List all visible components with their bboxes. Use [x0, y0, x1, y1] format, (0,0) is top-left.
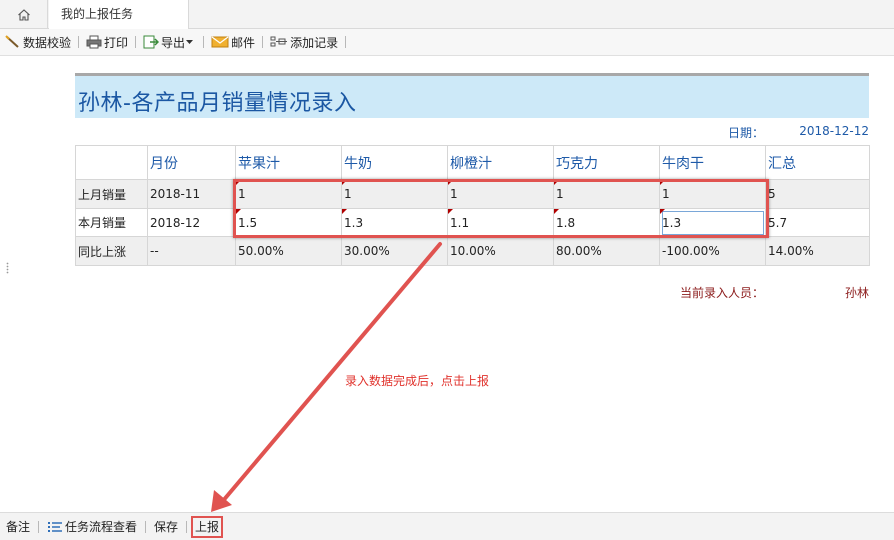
- growth-cell: 10.00%: [447, 236, 554, 266]
- add-record-button[interactable]: 添加记录: [268, 29, 340, 56]
- toolbar: 数据校验 打印 导出 邮件 添加记录: [0, 29, 894, 56]
- month-cell: 2018-11: [147, 179, 236, 209]
- add-record-icon: [270, 36, 288, 47]
- header-cell: 牛肉干: [659, 145, 766, 180]
- save-label: 保存: [154, 520, 179, 534]
- table-row: 上月销量 2018-11 1 1 1 1 1 5: [75, 179, 870, 209]
- sales-table: 月份 苹果汁 牛奶 柳橙汁 巧克力 牛肉干 汇总 上月销量 2018-11 1 …: [75, 145, 870, 266]
- home-icon: [17, 8, 30, 21]
- growth-cell: 80.00%: [553, 236, 660, 266]
- total-cell: 5.7: [765, 208, 870, 237]
- table-row: 同比上涨 -- 50.00% 30.00% 10.00% 80.00% -100…: [75, 236, 870, 266]
- header-cell: 牛奶: [341, 145, 448, 180]
- note-button[interactable]: 备注: [6, 515, 30, 539]
- input-cell-active[interactable]: 1.3: [659, 208, 766, 237]
- month-cell: 2018-12: [147, 208, 236, 237]
- mail-icon: [211, 36, 229, 48]
- date-label: 日期：: [728, 126, 765, 140]
- input-cell[interactable]: 1.1: [447, 208, 554, 237]
- toolbar-separator: [135, 36, 137, 48]
- bottom-separator: [186, 520, 188, 533]
- month-cell: --: [147, 236, 236, 266]
- print-button[interactable]: 打印: [84, 29, 130, 56]
- tab-label: 我的上报任务: [61, 7, 134, 21]
- entry-person-value: 孙林: [844, 286, 869, 300]
- header-cell: 汇总: [765, 145, 870, 180]
- date-value: 2018-12-12: [799, 124, 869, 138]
- table-header-row: 月份 苹果汁 牛奶 柳橙汁 巧克力 牛肉干 汇总: [75, 145, 870, 180]
- report-title: 孙林-各产品月销量情况录入: [78, 91, 357, 116]
- tab-my-report-tasks[interactable]: 我的上报任务: [49, 0, 189, 29]
- input-cell[interactable]: 1: [447, 179, 554, 209]
- input-cell[interactable]: 1: [553, 179, 660, 209]
- table-row: 本月销量 2018-12 1.5 1.3 1.1 1.8 1.3 5.7: [75, 208, 870, 237]
- bottom-bar: 备注 任务流程查看 保存 上报: [0, 512, 894, 540]
- row-label: 本月销量: [75, 208, 148, 237]
- toolbar-separator: [345, 36, 347, 48]
- input-cell[interactable]: 1: [235, 179, 342, 209]
- bottom-separator: [145, 520, 147, 533]
- panel-resize-handle[interactable]: [6, 262, 9, 274]
- flow-view-label: 任务流程查看: [65, 520, 138, 534]
- annotation-text: 录入数据完成后，点击上报: [345, 374, 490, 388]
- mail-label: 邮件: [231, 35, 256, 50]
- bottom-separator: [38, 520, 40, 533]
- header-cell: 苹果汁: [235, 145, 342, 180]
- wand-icon: [5, 35, 19, 48]
- note-label: 备注: [6, 520, 31, 534]
- header-cell: [75, 145, 148, 180]
- printer-icon: [86, 35, 102, 49]
- header-cell: 柳橙汁: [447, 145, 554, 180]
- growth-cell: -100.00%: [659, 236, 766, 266]
- growth-cell: 30.00%: [341, 236, 448, 266]
- total-cell: 5: [765, 179, 870, 209]
- home-button[interactable]: [0, 0, 48, 29]
- input-cell[interactable]: 1.8: [553, 208, 660, 237]
- validate-button[interactable]: 数据校验: [3, 29, 73, 56]
- toolbar-separator: [262, 36, 264, 48]
- grip-icon: [6, 262, 9, 274]
- toolbar-separator: [203, 36, 205, 48]
- flow-view-button[interactable]: 任务流程查看: [47, 515, 137, 539]
- header-cell: 巧克力: [553, 145, 660, 180]
- export-label: 导出: [161, 35, 186, 50]
- input-cell[interactable]: 1.5: [235, 208, 342, 237]
- mail-button[interactable]: 邮件: [209, 29, 257, 56]
- validate-label: 数据校验: [23, 35, 72, 50]
- submit-report-button[interactable]: 上报: [191, 515, 224, 538]
- toolbar-separator: [78, 36, 80, 48]
- add-record-label: 添加记录: [290, 35, 339, 50]
- submit-report-label: 上报: [195, 519, 220, 534]
- row-label: 上月销量: [75, 179, 148, 209]
- tab-bar: 我的上报任务: [0, 0, 894, 29]
- print-label: 打印: [104, 35, 129, 50]
- export-icon: [143, 35, 160, 49]
- entry-person-label: 当前录入人员：: [680, 286, 765, 300]
- row-label: 同比上涨: [75, 236, 148, 266]
- input-cell[interactable]: 1.3: [341, 208, 448, 237]
- list-icon: [48, 521, 63, 532]
- input-cell[interactable]: 1: [659, 179, 766, 209]
- header-cell: 月份: [147, 145, 236, 180]
- growth-cell: 50.00%: [235, 236, 342, 266]
- caret-down-icon: [186, 40, 194, 44]
- total-cell: 14.00%: [765, 236, 870, 266]
- export-button[interactable]: 导出: [141, 29, 198, 56]
- save-button[interactable]: 保存: [154, 515, 178, 539]
- input-cell[interactable]: 1: [341, 179, 448, 209]
- report-title-bar: 孙林-各产品月销量情况录入: [75, 73, 869, 118]
